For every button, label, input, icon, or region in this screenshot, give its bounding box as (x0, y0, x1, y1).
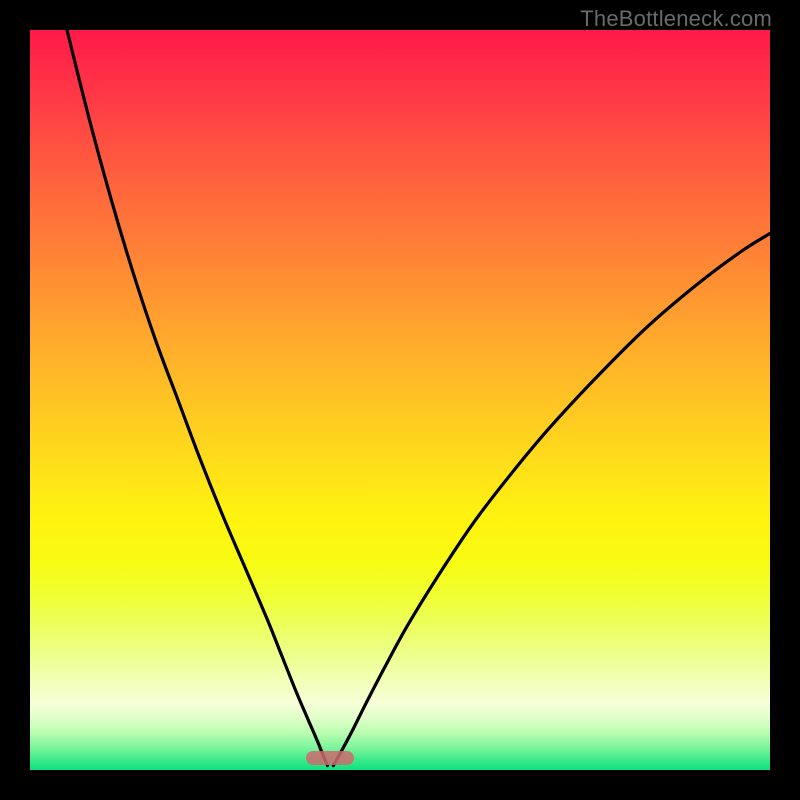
plot-area (30, 30, 770, 770)
watermark-text: TheBottleneck.com (580, 6, 772, 32)
chart-frame: TheBottleneck.com (0, 0, 800, 800)
optimum-marker (306, 751, 354, 765)
bottleneck-curve (30, 30, 770, 770)
